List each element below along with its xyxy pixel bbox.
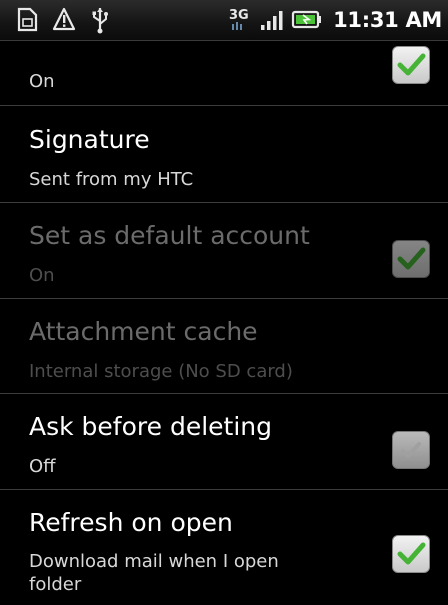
signature-title: Signature bbox=[29, 125, 150, 154]
network-label: 3G bbox=[229, 8, 249, 23]
signature-summary: Sent from my HTC bbox=[29, 169, 194, 190]
settings-list: On Signature Sent from my HTC Set as def… bbox=[0, 41, 448, 605]
notifications-summary: On bbox=[29, 71, 55, 92]
notifications-checkbox[interactable] bbox=[392, 46, 430, 84]
refresh-on-open-checkbox[interactable] bbox=[392, 535, 430, 573]
settings-row-default-account: Set as default account On bbox=[0, 203, 448, 299]
status-clock: 11:31 AM bbox=[333, 8, 442, 32]
settings-row-ask-before-deleting[interactable]: Ask before deleting Off bbox=[0, 394, 448, 490]
settings-row-refresh-on-open[interactable]: Refresh on open Download mail when I ope… bbox=[0, 490, 448, 605]
ask-before-deleting-summary: Off bbox=[29, 456, 56, 477]
usb-icon bbox=[90, 6, 110, 34]
settings-row-notifications[interactable]: On bbox=[0, 41, 448, 106]
warning-icon bbox=[52, 7, 76, 33]
attachment-cache-summary: Internal storage (No SD card) bbox=[29, 361, 293, 382]
ask-before-deleting-title: Ask before deleting bbox=[29, 412, 272, 441]
refresh-on-open-summary-line2: folder bbox=[29, 574, 82, 595]
settings-row-attachment-cache: Attachment cache Internal storage (No SD… bbox=[0, 299, 448, 394]
signal-strength-icon bbox=[259, 8, 285, 32]
attachment-cache-title: Attachment cache bbox=[29, 317, 258, 346]
refresh-on-open-title: Refresh on open bbox=[29, 508, 233, 537]
default-account-summary: On bbox=[29, 265, 55, 286]
refresh-on-open-summary-line1: Download mail when I open bbox=[29, 551, 279, 572]
default-account-title: Set as default account bbox=[29, 221, 310, 250]
email-settings-screen: 3G 11:31 AM On Signature Sent from my HT… bbox=[0, 0, 448, 605]
sim-card-icon bbox=[16, 7, 38, 33]
battery-icon bbox=[291, 9, 323, 31]
settings-row-signature[interactable]: Signature Sent from my HTC bbox=[0, 106, 448, 203]
status-bar: 3G 11:31 AM bbox=[0, 0, 448, 41]
network-3g-icon: 3G bbox=[227, 6, 253, 34]
default-account-checkbox bbox=[392, 240, 430, 278]
ask-before-deleting-checkbox[interactable] bbox=[392, 431, 430, 469]
